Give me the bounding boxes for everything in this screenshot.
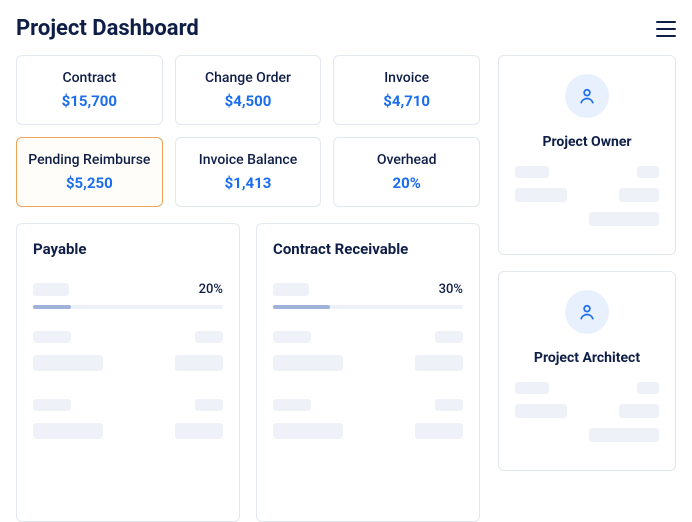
stat-label: Invoice Balance [184, 152, 313, 168]
stat-invoice[interactable]: Invoice $4,710 [333, 55, 480, 125]
panel-contract-receivable: Contract Receivable 30% [256, 223, 480, 522]
stat-value: 20% [342, 174, 471, 192]
stat-label: Contract [25, 70, 154, 86]
skeleton-placeholder [273, 283, 309, 296]
card-project-owner[interactable]: Project Owner [498, 55, 676, 255]
user-icon [577, 302, 597, 322]
panel-payable: Payable 20% [16, 223, 240, 522]
progress-bar [273, 305, 463, 309]
skeleton-placeholder [33, 283, 69, 296]
person-title: Project Owner [515, 134, 659, 150]
user-icon [577, 86, 597, 106]
avatar [565, 290, 609, 334]
progress-bar [33, 305, 223, 309]
stat-value: $4,710 [342, 92, 471, 110]
progress-fill [273, 305, 330, 309]
stat-label: Invoice [342, 70, 471, 86]
hamburger-menu-icon[interactable] [656, 21, 676, 37]
stats-grid: Contract $15,700 Change Order $4,500 Inv… [16, 55, 480, 207]
stat-value: $5,250 [25, 174, 154, 192]
stat-overhead[interactable]: Overhead 20% [333, 137, 480, 207]
stat-value: $1,413 [184, 174, 313, 192]
progress-percent: 20% [199, 282, 223, 297]
panel-title: Payable [33, 240, 223, 258]
stat-label: Change Order [184, 70, 313, 86]
page-title: Project Dashboard [16, 16, 199, 41]
stat-contract[interactable]: Contract $15,700 [16, 55, 163, 125]
progress-percent: 30% [439, 282, 463, 297]
panel-title: Contract Receivable [273, 240, 463, 258]
stat-value: $4,500 [184, 92, 313, 110]
stat-invoice-balance[interactable]: Invoice Balance $1,413 [175, 137, 322, 207]
progress-fill [33, 305, 71, 309]
avatar [565, 74, 609, 118]
stat-value: $15,700 [25, 92, 154, 110]
person-title: Project Architect [515, 350, 659, 366]
stat-label: Pending Reimburse [25, 152, 154, 168]
stat-pending-reimburse[interactable]: Pending Reimburse $5,250 [16, 137, 163, 207]
card-project-architect[interactable]: Project Architect [498, 271, 676, 471]
stat-label: Overhead [342, 152, 471, 168]
stat-change-order[interactable]: Change Order $4,500 [175, 55, 322, 125]
